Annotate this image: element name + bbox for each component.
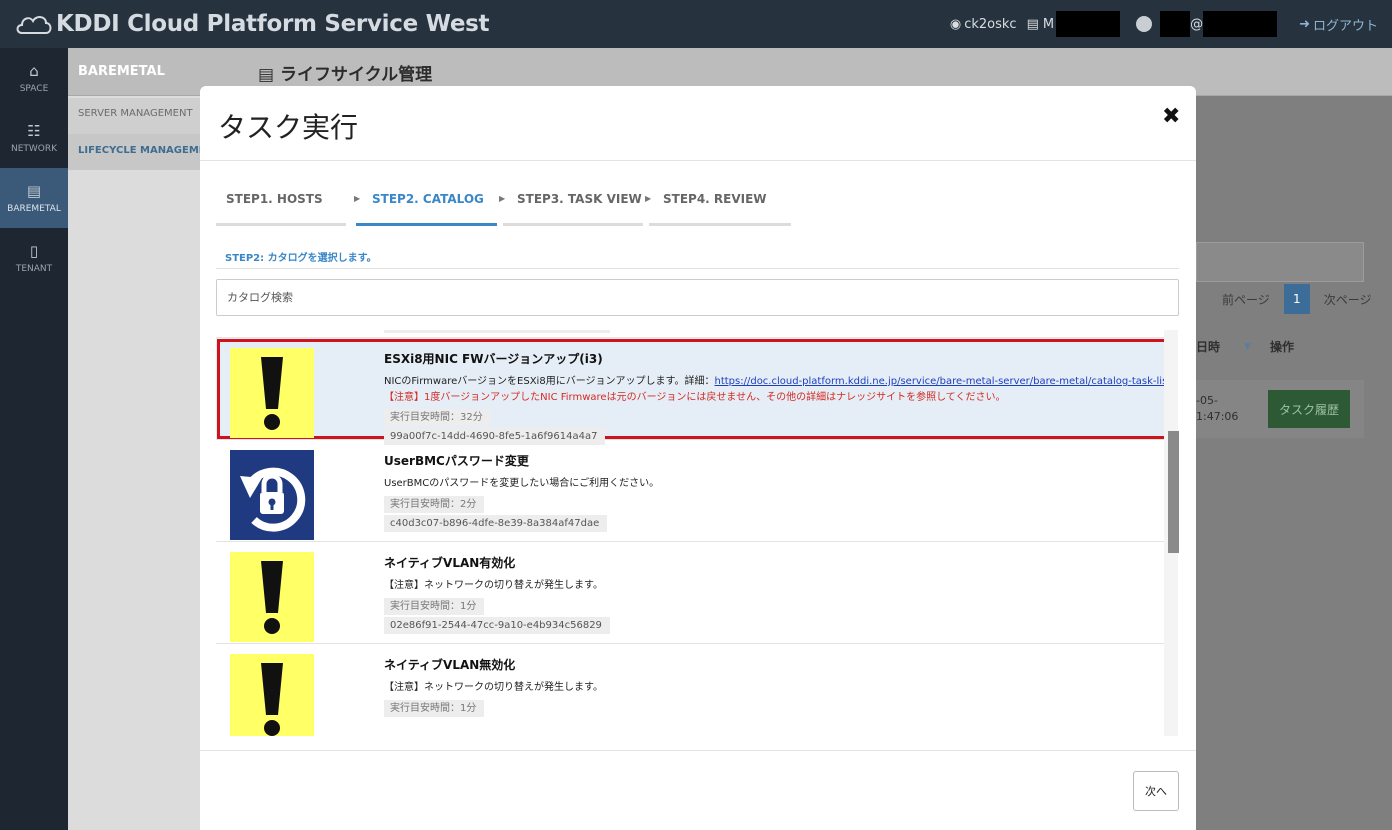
step-description: STEP2: カタログを選択します。	[225, 253, 377, 264]
logout-icon: ➜	[1299, 16, 1310, 32]
lock-reset-icon	[230, 450, 314, 540]
account-indicator[interactable]: ◉ ck2oskc	[950, 17, 1017, 32]
row-date-line2: 1:47:06	[1196, 410, 1239, 423]
sort-icon[interactable]: ▼	[1244, 342, 1251, 352]
list-item-native-vlan-disable[interactable]: ネイティブVLAN無効化 【注意】ネットワークの切り替えが発生します。 実行目安…	[216, 644, 1168, 736]
pagination: 前ページ 1 次ページ	[1222, 284, 1372, 314]
catalog-detail-link[interactable]: https://doc.cloud-platform.kddi.ne.jp/se…	[715, 376, 1175, 387]
network-icon: ☷	[27, 122, 41, 140]
close-icon[interactable]: ✖	[1162, 104, 1180, 129]
estimated-time-badge: 実行目安時間：1分	[384, 598, 485, 615]
cloud-logo-icon	[14, 11, 54, 37]
chevron-right-icon: ▶	[354, 194, 361, 203]
task-execution-modal: タスク実行 ✖ STEP1. HOSTS ▶ STEP2. CATALOG ▶ …	[200, 86, 1196, 830]
tab-step2-catalog[interactable]: ▶ STEP2. CATALOG	[354, 192, 503, 226]
user-at: @	[1190, 16, 1204, 32]
list-item-partial[interactable]: 07420007-0729-4002-9018-53850023040	[216, 330, 1168, 338]
tenant-indicator[interactable]: ▤ M	[1027, 11, 1121, 37]
step-label: STEP4. REVIEW	[663, 192, 767, 206]
page-title: ▤ ライフサイクル管理	[258, 65, 433, 85]
tab-step4-review[interactable]: ▶ STEP4. REVIEW	[645, 192, 795, 226]
scrollbar-thumb[interactable]	[1168, 431, 1179, 553]
chevron-right-icon: ▶	[499, 194, 506, 203]
step-tabs: STEP1. HOSTS ▶ STEP2. CATALOG ▶ STEP3. T…	[216, 192, 795, 226]
globe-icon: ◉	[949, 16, 962, 32]
building-icon: ▯	[29, 242, 39, 260]
divider	[216, 268, 1179, 269]
warning-icon	[230, 348, 314, 438]
task-history-button[interactable]: タスク履歴	[1268, 390, 1350, 428]
catalog-name: ネイティブVLAN無効化	[384, 658, 516, 672]
prev-page-link[interactable]: 前ページ	[1222, 291, 1270, 308]
column-header-date[interactable]: 日時	[1196, 338, 1220, 355]
catalog-description: NICのFirmwareバージョンをESXi8用にバージョンアップします。詳細：…	[384, 374, 1175, 390]
app-title: KDDI Cloud Platform Service West	[56, 11, 490, 37]
sidebar-item-space[interactable]: ⌂ SPACE	[0, 48, 68, 108]
step-label: STEP2. CATALOG	[372, 192, 484, 206]
modal-title: タスク実行	[218, 111, 359, 144]
catalog-list: 07420007-0729-4002-9018-53850023040 ESXi…	[216, 330, 1179, 736]
logout-label: ログアウト	[1312, 18, 1378, 34]
tab-step1-hosts[interactable]: STEP1. HOSTS	[216, 192, 356, 226]
list-item-userbmc-password[interactable]: UserBMCパスワード変更 UserBMCのパスワードを変更したい場合にご利用…	[216, 440, 1168, 542]
estimated-time-badge: 実行目安時間：2分	[384, 496, 485, 513]
redacted-user-domain	[1203, 11, 1278, 37]
sidebar-item-network[interactable]: ☷ NETWORK	[0, 108, 68, 168]
sidebar-item-label: SPACE	[19, 84, 49, 94]
column-header-action: 操作	[1270, 340, 1295, 354]
warning-icon	[230, 552, 314, 642]
sidebar-item-label: TENANT	[15, 264, 53, 274]
redacted-tenant	[1056, 11, 1121, 37]
chevron-right-icon: ▶	[645, 194, 652, 203]
section-title: BAREMETAL	[78, 64, 165, 79]
modal-header: タスク実行 ✖	[200, 86, 1196, 161]
estimated-time-badge: 実行目安時間：1分	[384, 700, 485, 717]
list-item-esxi8-nic-fw[interactable]: ESXi8用NIC FWバージョンアップ(i3) NICのFirmwareバージ…	[216, 338, 1175, 445]
top-bar: KDDI Cloud Platform Service West ◉ ck2os…	[0, 0, 1392, 48]
catalog-name: ネイティブVLAN有効化	[384, 556, 516, 570]
catalog-id: 02e86f91-2544-47cc-9a10-e4b934c56829	[384, 617, 610, 634]
sub-nav-lifecycle-management[interactable]: LIFECYCLE MANAGEMENT	[68, 134, 200, 170]
tenant-prefix: M	[1042, 16, 1055, 32]
next-page-link[interactable]: 次ページ	[1324, 291, 1372, 308]
redacted-user	[1160, 11, 1191, 37]
user-indicator[interactable]: @	[1136, 11, 1278, 37]
current-page[interactable]: 1	[1283, 284, 1310, 314]
catalog-name: ESXi8用NIC FWバージョンアップ(i3)	[384, 352, 603, 366]
row-date-line1: -05-	[1196, 394, 1218, 407]
catalog-description: 【注意】ネットワークの切り替えが発生します。	[384, 682, 603, 693]
catalog-description: 【注意】ネットワークの切り替えが発生します。	[384, 580, 603, 591]
step-label: STEP3. TASK VIEW	[517, 192, 642, 206]
sidebar-item-baremetal[interactable]: ▤ BAREMETAL	[0, 168, 68, 228]
home-icon: ⌂	[29, 62, 39, 80]
server-small-icon: ▤	[1026, 16, 1039, 32]
sidebar: ⌂ SPACE ☷ NETWORK ▤ BAREMETAL ▯ TENANT	[0, 48, 68, 830]
estimated-time-badge: 実行目安時間：32分	[384, 409, 491, 426]
sidebar-item-tenant[interactable]: ▯ TENANT	[0, 228, 68, 288]
background-search[interactable]	[1196, 242, 1364, 282]
warning-icon	[230, 654, 314, 736]
user-icon	[1136, 16, 1153, 32]
catalog-warning: 【注意】1度バージョンアップしたNIC Firmwareは元のバージョンには戻せ…	[384, 392, 1006, 403]
sidebar-item-label: BAREMETAL	[7, 204, 61, 214]
next-button[interactable]: 次へ	[1133, 771, 1179, 811]
server-icon: ▤	[26, 182, 42, 200]
modal-footer-divider	[200, 750, 1196, 751]
catalog-search-input[interactable]	[216, 279, 1179, 316]
page-title-text: ライフサイクル管理	[279, 65, 433, 85]
account-name: ck2oskc	[964, 16, 1017, 32]
step-label: STEP1. HOSTS	[226, 192, 323, 206]
catalog-id: 07420007-0729-4002-9018-53850023040	[384, 330, 610, 333]
catalog-id: c40d3c07-b896-4dfe-8e39-8a384af47dae	[384, 515, 608, 532]
catalog-description: UserBMCのパスワードを変更したい場合にご利用ください。	[384, 478, 660, 489]
catalog-name: UserBMCパスワード変更	[384, 454, 529, 468]
sidebar-item-label: NETWORK	[10, 144, 58, 154]
logout-link[interactable]: ➜ ログアウト	[1299, 15, 1378, 34]
sub-nav-server-management[interactable]: SERVER MANAGEMENT	[68, 98, 200, 134]
brand[interactable]: KDDI Cloud Platform Service West	[14, 9, 490, 39]
description-text: NICのFirmwareバージョンをESXi8用にバージョンアップします。詳細：	[384, 376, 715, 387]
tab-step3-task-view[interactable]: ▶ STEP3. TASK VIEW	[499, 192, 649, 226]
list-item-native-vlan-enable[interactable]: ネイティブVLAN有効化 【注意】ネットワークの切り替えが発生します。 実行目安…	[216, 542, 1168, 644]
